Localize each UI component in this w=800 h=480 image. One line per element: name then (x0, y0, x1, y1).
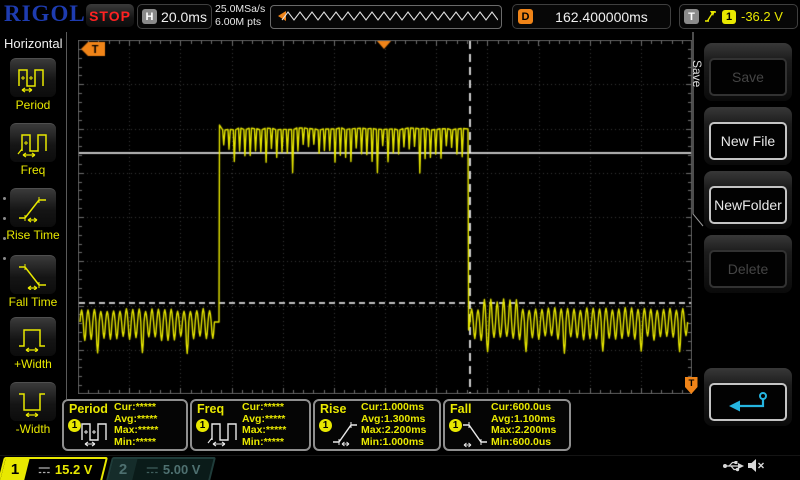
sidebar-item-fall-time[interactable]: Fall Time (0, 255, 66, 309)
scope-display (78, 40, 692, 394)
channel-status-bar: 1 15.2 V 2 5.00 V (0, 455, 800, 480)
t-badge: T (684, 9, 699, 24)
page-indicator-dot (3, 197, 6, 200)
sidebar-item-rise-time[interactable]: Rise Time (0, 188, 66, 242)
fall-time-icon (16, 260, 50, 290)
waveform-preview-bar[interactable] (270, 5, 502, 29)
oscilloscope-screen: RIGOL STOP H 20.0ms 25.0MSa/s 6.00M pts … (0, 0, 800, 480)
rise-icon (329, 416, 363, 448)
channel-2-scale: 5.00 V (163, 462, 201, 477)
fall-icon (459, 416, 493, 448)
return-arrow-icon (725, 389, 771, 415)
run-stop-status[interactable]: STOP (86, 4, 134, 27)
new-folder-button[interactable]: NewFolder (709, 186, 787, 224)
freq-icon (16, 128, 50, 158)
page-indicator-dot (3, 217, 6, 220)
minus-width-icon (16, 387, 50, 417)
h-badge: H (142, 9, 157, 24)
measure-category-title[interactable]: Horizontal (0, 36, 70, 51)
horizontal-timebase-block[interactable]: H 20.0ms (137, 4, 212, 29)
menu-slot: Save (704, 43, 792, 101)
sidebar-item-period[interactable]: Period (0, 58, 66, 112)
menu-slot (704, 368, 792, 426)
sidebar-divider (66, 32, 67, 399)
memory-depth: 6.00M pts (215, 16, 265, 29)
trigger-slope-icon (703, 8, 718, 25)
save-button[interactable]: Save (709, 58, 787, 96)
sidebar-item-freq[interactable]: Freq (0, 123, 66, 177)
period-icon (16, 63, 50, 93)
softkey-menu: Save Save New File NewFolder Delete (690, 32, 800, 455)
trigger-level-value: -36.2 V (741, 9, 783, 24)
timebase-value: 20.0ms (157, 9, 211, 25)
menu-slot: Delete (704, 235, 792, 293)
d-badge: D (518, 9, 533, 24)
trigger-source-badge: 1 (722, 10, 736, 24)
channel-2-tab[interactable]: 2 5.00 V (106, 457, 216, 480)
measurement-panel-rise[interactable]: Rise 1 Cur:1.000ms Avg:1.300ms Max:2.200… (313, 399, 441, 451)
sample-rate: 25.0MSa/s (215, 3, 265, 16)
rise-time-icon (16, 193, 50, 223)
period-icon (78, 416, 112, 448)
delete-button[interactable]: Delete (709, 250, 787, 288)
plus-width-icon (16, 322, 50, 352)
horizontal-offset-value: 162.400000ms (533, 9, 670, 25)
preview-zigzag-icon (280, 6, 498, 28)
channel-1-scale: 15.2 V (55, 462, 93, 477)
speaker-muted-icon (747, 458, 765, 473)
page-indicator-dot (3, 257, 6, 260)
dc-coupling-icon (38, 465, 51, 475)
sidebar-item-neg-width[interactable]: -Width (0, 382, 66, 436)
measurement-panel-fall[interactable]: Fall 1 Cur:600.0us Avg:1.100ms Max:2.200… (443, 399, 571, 451)
acquisition-info: 25.0MSa/s 6.00M pts (215, 3, 265, 29)
page-indicator-dot (3, 237, 6, 240)
sidebar-item-pos-width[interactable]: +Width (0, 317, 66, 371)
menu-slot: New File (704, 107, 792, 165)
menu-slot: NewFolder (704, 171, 792, 229)
measurement-panel-freq[interactable]: Freq 1 Cur:***** Avg:***** Max:***** Min… (190, 399, 311, 451)
trigger-block[interactable]: T 1 -36.2 V (679, 4, 798, 29)
measurement-panel-period[interactable]: Period 1 Cur:***** Avg:***** Max:***** M… (62, 399, 188, 451)
usb-icon (722, 459, 745, 473)
measure-sidebar: Horizontal Period Freq (0, 32, 66, 455)
dc-coupling-icon (146, 465, 159, 475)
brand-logo: RIGOL (4, 1, 86, 27)
menu-tab-title: Save (690, 60, 704, 100)
new-file-button[interactable]: New File (709, 122, 787, 160)
return-button[interactable] (709, 383, 787, 421)
freq-icon (206, 416, 240, 448)
channel-1-tab[interactable]: 1 15.2 V (0, 457, 108, 480)
horizontal-offset-block[interactable]: D 162.400000ms (512, 4, 671, 29)
